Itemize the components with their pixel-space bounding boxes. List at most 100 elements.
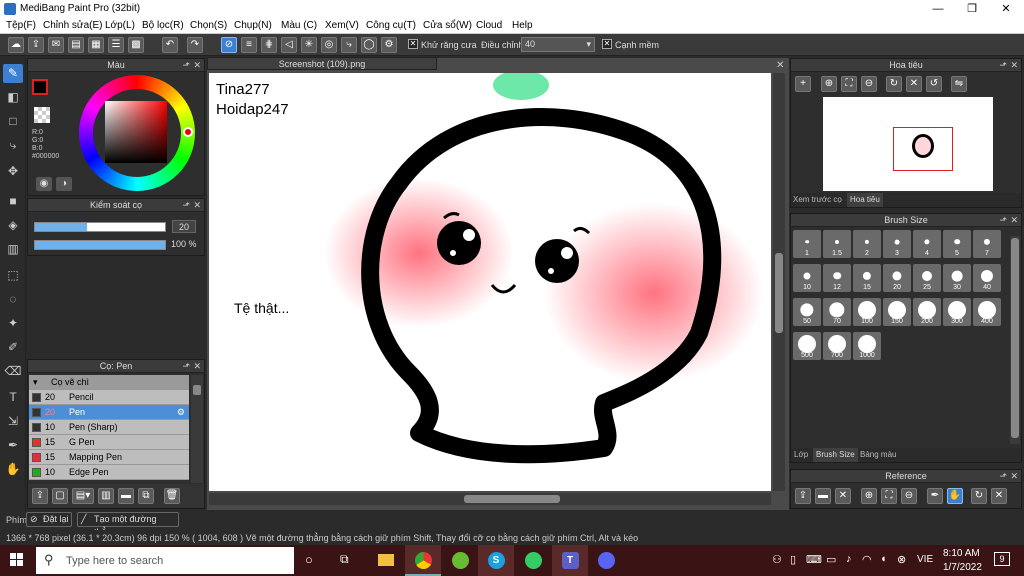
tab-brush-size[interactable]: Brush Size — [813, 448, 858, 462]
color-settings-icon[interactable]: ◑ — [56, 177, 72, 191]
reset-button[interactable]: ⊘ Đặt lại — [26, 512, 72, 527]
cross-snap-icon[interactable]: ⋕ — [261, 37, 277, 53]
hue-handle[interactable] — [183, 127, 193, 137]
clock-date[interactable]: 1/7/2022 — [943, 562, 982, 573]
file-explorer-icon[interactable] — [368, 545, 404, 576]
settings-icon[interactable]: ⚙ — [381, 37, 397, 53]
cortana-icon[interactable]: ○ — [305, 552, 313, 567]
brush-group-header[interactable]: ▾ Cọ vẽ chì — [29, 375, 189, 390]
windows-start-icon[interactable] — [10, 553, 24, 567]
phone-icon[interactable]: ▯ — [790, 553, 796, 566]
brush-size-value[interactable]: 20 — [172, 220, 196, 233]
redo-icon[interactable]: ↷ — [187, 37, 203, 53]
brush-size-option[interactable]: 300 — [943, 298, 971, 326]
antialias-checkbox[interactable]: ✕ — [408, 39, 418, 49]
brush-size-option[interactable]: 700 — [823, 332, 851, 360]
brush-size-option[interactable]: 100 — [853, 298, 881, 326]
brush-size-option[interactable]: 1000 — [853, 332, 881, 360]
navigator-preview[interactable] — [823, 97, 993, 191]
edge-checkbox[interactable]: ✕ — [602, 39, 612, 49]
brush-item[interactable]: 20 Pen ⚙ — [29, 405, 189, 420]
curve-snap-icon[interactable]: ⤷ — [341, 37, 357, 53]
brush-size-option[interactable]: 12 — [823, 264, 851, 292]
gradient-tool-icon[interactable]: ▥ — [3, 240, 23, 259]
snap-off-icon[interactable]: ⊘ — [221, 37, 237, 53]
text-tool-icon[interactable]: T — [3, 388, 23, 407]
lasso-tool-icon[interactable]: ◌ — [3, 290, 23, 309]
menu-layer[interactable]: Lớp(L) — [105, 20, 135, 31]
undock-icon[interactable]: ⬏ — [182, 199, 190, 212]
close-icon[interactable]: ✕ — [193, 199, 201, 212]
duplicate-icon[interactable]: ⧉ — [138, 488, 154, 504]
menu-filter[interactable]: Bộ lọc(R) — [142, 20, 184, 31]
gear-icon[interactable]: ⚙ — [177, 405, 185, 420]
flip-icon[interactable]: ⇋ — [951, 76, 967, 92]
brush-size-option[interactable]: 400 — [973, 298, 1001, 326]
mute-icon[interactable]: ⊗ — [897, 553, 906, 566]
zoom-out-icon[interactable]: ⊖ — [861, 76, 877, 92]
fit-icon[interactable]: ⛶ — [841, 76, 857, 92]
maximize-button[interactable]: ❐ — [956, 0, 988, 18]
brush-size-option[interactable]: 5 — [943, 230, 971, 258]
magic-wand-icon[interactable]: ✦ — [3, 314, 23, 333]
language-indicator[interactable]: VIE — [917, 554, 933, 565]
brush-size-option[interactable]: 40 — [973, 264, 1001, 292]
brush-item[interactable]: 15 G Pen — [29, 435, 189, 450]
line-button[interactable]: ╱ Tạo một đường thẳng — [77, 512, 179, 537]
rotate-icon[interactable]: ↻ — [886, 76, 902, 92]
brush-opacity-slider[interactable] — [34, 240, 166, 250]
menu-select[interactable]: Chọn(S) — [190, 20, 227, 31]
zoom-in-alt-icon[interactable]: ⊕ — [821, 76, 837, 92]
brush-size-slider[interactable] — [34, 222, 166, 232]
close-icon[interactable]: ✕ — [1010, 470, 1018, 483]
eyedropper-tool-icon[interactable]: ✒ — [3, 436, 23, 455]
grid-icon[interactable]: ▩ — [128, 37, 144, 53]
menu-file[interactable]: Tệp(F) — [6, 20, 36, 31]
transparent-color-swatch[interactable] — [34, 107, 50, 123]
undock-icon[interactable]: ⬏ — [182, 59, 190, 72]
menu-cloud[interactable]: Cloud — [476, 20, 502, 31]
ref-rotate-icon[interactable]: ↻ — [971, 488, 987, 504]
brush-size-option[interactable]: 4 — [913, 230, 941, 258]
color-wheel[interactable] — [79, 75, 195, 191]
brush-size-option[interactable]: 25 — [913, 264, 941, 292]
scrollbar-thumb[interactable] — [1011, 238, 1019, 438]
brush-item[interactable]: 20 Pencil — [29, 390, 189, 405]
greenshot-icon[interactable] — [442, 545, 478, 576]
brush-size-option[interactable]: 1 — [793, 230, 821, 258]
zoom-in-icon[interactable]: + — [795, 76, 811, 92]
add-dropdown-icon[interactable]: ▤▾ — [72, 488, 94, 504]
clock-time[interactable]: 8:10 AM — [943, 548, 980, 559]
volume-icon[interactable]: ◖ — [880, 553, 887, 565]
discord-icon[interactable] — [588, 545, 624, 576]
radial-snap-icon[interactable]: ✳ — [301, 37, 317, 53]
brush-size-option[interactable]: 1.5 — [823, 230, 851, 258]
vanish-snap-icon[interactable]: ◁ — [281, 37, 297, 53]
list-icon[interactable]: ☰ — [108, 37, 124, 53]
brush-item[interactable]: 10 Pen (Sharp) — [29, 420, 189, 435]
brush-size-option[interactable]: 200 — [913, 298, 941, 326]
tab-layer[interactable]: Lớp — [794, 450, 808, 459]
close-doc-icon[interactable]: ✕ — [776, 60, 784, 71]
share-icon[interactable]: ⇪ — [28, 37, 44, 53]
cloud-icon[interactable]: ☁ — [8, 37, 24, 53]
hand-tool-icon[interactable]: ✋ — [3, 460, 23, 479]
canvas-vscroll[interactable] — [773, 73, 785, 491]
scrollbar-thumb[interactable] — [193, 385, 201, 395]
close-button[interactable]: ✕ — [990, 0, 1022, 18]
brush-size-option[interactable]: 3 — [883, 230, 911, 258]
close-icon[interactable]: ✕ — [193, 360, 201, 373]
people-icon[interactable]: ⚇ — [772, 553, 782, 566]
menu-tools[interactable]: Công cụ(T) — [366, 20, 416, 31]
add-brush-icon[interactable]: ⇪ — [32, 488, 48, 504]
teams-icon[interactable]: T — [552, 545, 588, 576]
eraser-tool-icon[interactable]: ◧ — [3, 88, 23, 107]
undock-icon[interactable]: ⬏ — [999, 214, 1007, 227]
rotate-left-icon[interactable]: ↺ — [926, 76, 942, 92]
brush-size-option[interactable]: 7 — [973, 230, 1001, 258]
minimize-button[interactable]: — — [922, 0, 954, 18]
taskbar-search[interactable]: ⚲ Type here to search — [36, 547, 294, 574]
brush-size-option[interactable]: 15 — [853, 264, 881, 292]
saturation-value-square[interactable] — [105, 101, 167, 163]
ref-fit-icon[interactable]: ⛶ — [881, 488, 897, 504]
